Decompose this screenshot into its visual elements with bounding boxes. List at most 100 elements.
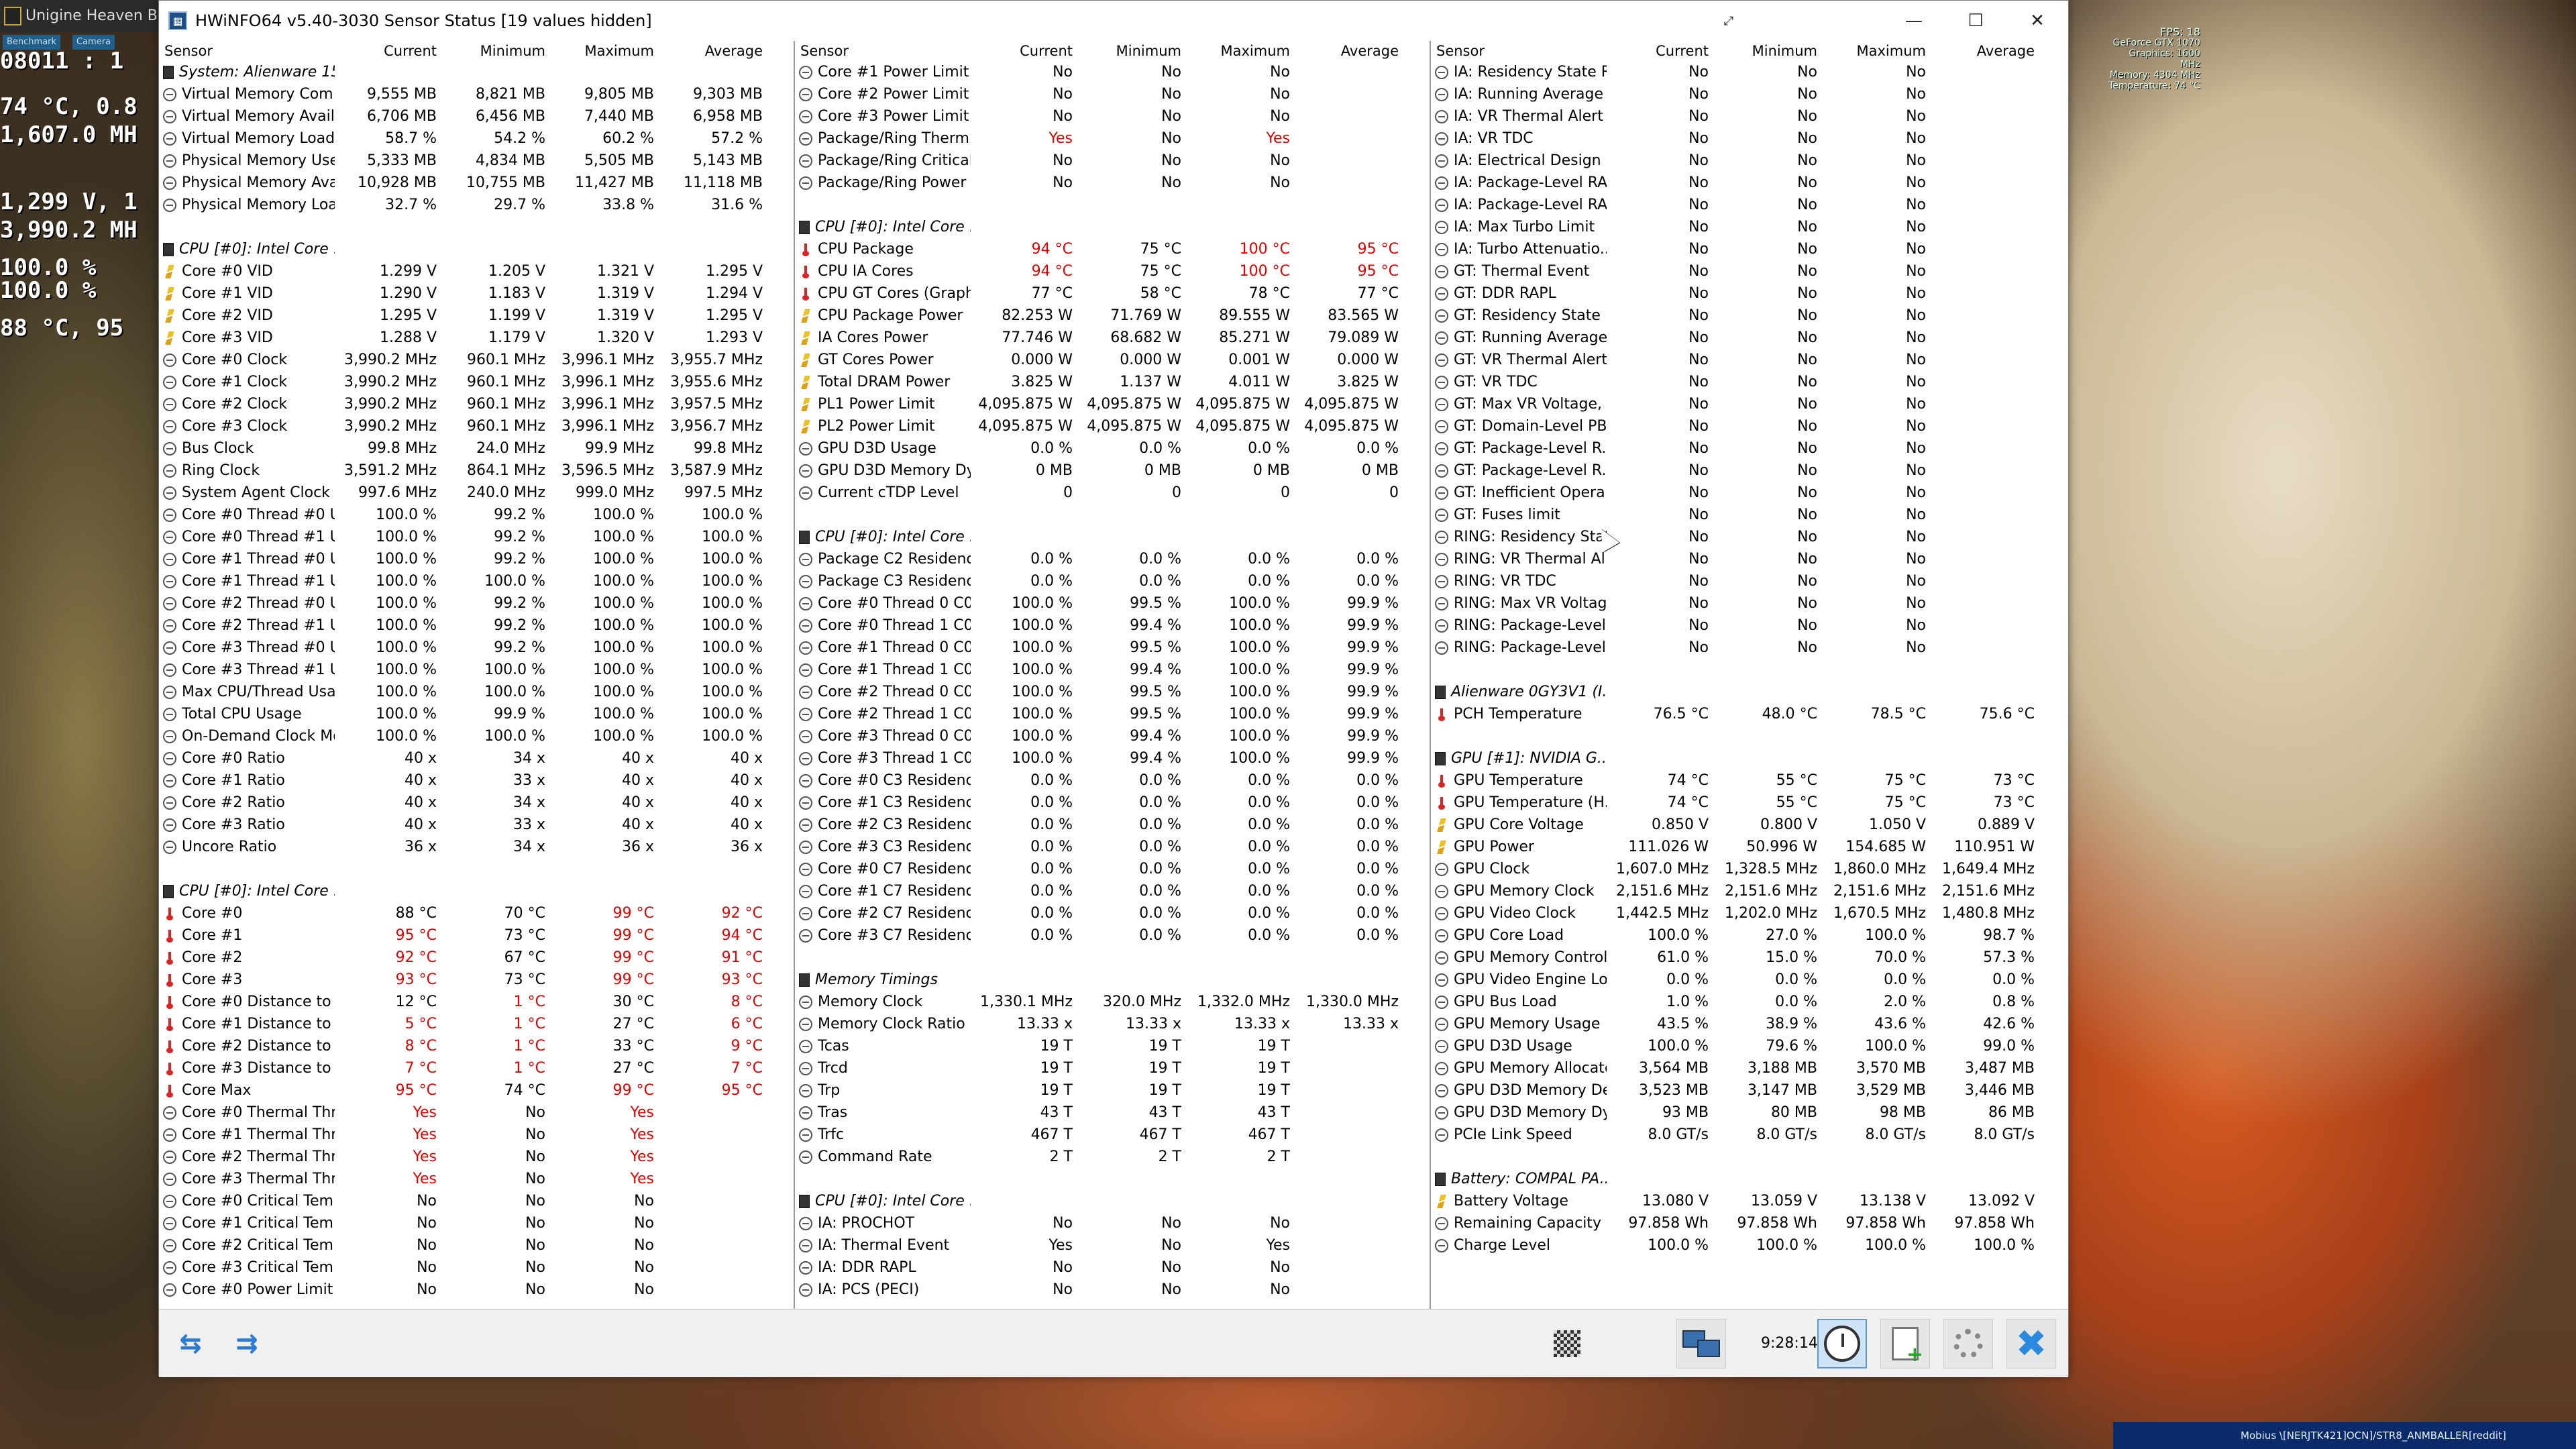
sensor-row[interactable]: Core #0 Clock 3,990.2 MHz 960.1 MHz 3,996.1… <box>159 349 794 371</box>
sensor-row[interactable]: GPU D3D Memory Dy... 0 MB 0 MB 0 MB 0 MB <box>795 460 1430 482</box>
sensor-row[interactable]: Core #2 Thread 0 C0... 100.0 % 99.5 % 100.0… <box>795 681 1430 703</box>
sensor-group-header[interactable]: GPU [#1]: NVIDIA G... <box>1431 747 2068 769</box>
sensor-row[interactable]: Virtual Memory Avail... 6,706 MB 6,456 MB 7… <box>159 105 794 127</box>
sensor-group-header[interactable]: System: Alienware 15... <box>159 61 794 83</box>
sensor-row[interactable]: GPU Temperature (H... 74 °C 55 °C 75 °C 73 °… <box>1431 792 2068 814</box>
sensor-row[interactable]: Core #1 Ratio 40 x 33 x 40 x 40 x <box>159 769 794 792</box>
sensor-row[interactable]: Core #0 Ratio 40 x 34 x 40 x 40 x <box>159 747 794 769</box>
sensor-row[interactable]: Bus Clock 99.8 MHz 24.0 MHz 99.9 MHz 99.8 MH… <box>159 437 794 460</box>
sensor-group-header[interactable]: CPU [#0]: Intel Core ... <box>159 880 794 902</box>
sensor-row[interactable]: Core #2 Clock 3,990.2 MHz 960.1 MHz 3,996.1… <box>159 393 794 415</box>
sensor-row[interactable]: Battery Voltage 13.080 V 13.059 V 13.138 V 1… <box>1431 1190 2068 1212</box>
sensor-row[interactable]: IA: Running Average ... No No No <box>1431 83 2068 105</box>
close-sensors-button[interactable]: ✖ <box>2006 1319 2056 1368</box>
sensor-row[interactable]: Core #3 Distance to ... 7 °C 1 °C 27 °C 7 °C <box>159 1057 794 1079</box>
header-maximum[interactable]: Maximum <box>1188 43 1297 59</box>
sensor-row[interactable]: Core #2 Thread #0 U... 100.0 % 99.2 % 100.0… <box>159 592 794 614</box>
sensor-row[interactable]: Physical Memory Avai... 10,928 MB 10,755 M… <box>159 172 794 194</box>
sensor-row[interactable]: Core #1 Thread #1 U... 100.0 % 100.0 % 100.… <box>159 570 794 592</box>
sensor-row[interactable]: Core #0 C3 Residency 0.0 % 0.0 % 0.0 % 0.0 % <box>795 769 1430 792</box>
sensor-row[interactable]: IA: Package-Level RA... No No No <box>1431 194 2068 216</box>
close-button[interactable]: ✕ <box>2006 1 2068 41</box>
sensor-row[interactable]: IA: Max Turbo Limit No No No <box>1431 216 2068 238</box>
sensor-group-header[interactable]: CPU [#0]: Intel Core ... <box>795 216 1430 238</box>
sensor-row[interactable]: IA: VR TDC No No No <box>1431 127 2068 150</box>
sensor-row[interactable]: Core #0 VID 1.299 V 1.205 V 1.321 V 1.295 V <box>159 260 794 282</box>
sensor-row[interactable]: Core #3 Clock 3,990.2 MHz 960.1 MHz 3,996.1… <box>159 415 794 437</box>
sensor-row[interactable]: GT: Max VR Voltage, ... No No No <box>1431 393 2068 415</box>
sensor-row[interactable]: Core #0 88 °C 70 °C 99 °C 92 °C <box>159 902 794 924</box>
sensor-row[interactable]: Command Rate 2 T 2 T 2 T <box>795 1146 1430 1168</box>
sensor-row[interactable]: Total DRAM Power 3.825 W 1.137 W 4.011 W 3.8… <box>795 371 1430 393</box>
sensor-row[interactable]: GT: Domain-Level PB... No No No <box>1431 415 2068 437</box>
restore-icon[interactable]: ⤢ <box>1698 1 1760 41</box>
sensor-row[interactable]: Core #3 VID 1.288 V 1.179 V 1.320 V 1.293 V <box>159 327 794 349</box>
sensor-row[interactable]: Core #0 Thread #0 U... 100.0 % 99.2 % 100.0… <box>159 504 794 526</box>
sensor-row[interactable]: GT: Thermal Event No No No <box>1431 260 2068 282</box>
sensor-row[interactable]: IA: DDR RAPL No No No <box>795 1256 1430 1279</box>
sensor-group-header[interactable]: Alienware 0GY3V1 (I... <box>1431 681 2068 703</box>
sensor-row[interactable]: Package/Ring Power ... No No No <box>795 172 1430 194</box>
sensor-row[interactable]: Core #2 C7 Residency 0.0 % 0.0 % 0.0 % 0.0 % <box>795 902 1430 924</box>
sensor-row[interactable]: Core #0 Thread 1 C0... 100.0 % 99.4 % 100.0… <box>795 614 1430 637</box>
sensor-row[interactable]: Core Max 95 °C 74 °C 99 °C 95 °C <box>159 1079 794 1102</box>
sensor-row[interactable]: Core #1 Thermal Thr... Yes No Yes <box>159 1124 794 1146</box>
sensor-row[interactable]: RING: VR TDC No No No <box>1431 570 2068 592</box>
sensor-row[interactable]: Uncore Ratio 36 x 34 x 36 x 36 x <box>159 836 794 858</box>
sensor-row[interactable]: Core #0 Thread #1 U... 100.0 % 99.2 % 100.0… <box>159 526 794 548</box>
nav-right-button[interactable]: ⇉ <box>223 1319 270 1368</box>
sensor-row[interactable]: Core #2 VID 1.295 V 1.199 V 1.319 V 1.295 V <box>159 305 794 327</box>
sensor-row[interactable]: GPU D3D Memory Dy... 93 MB 80 MB 98 MB 86 MB <box>1431 1102 2068 1124</box>
title-bar[interactable]: ▦ HWiNFO64 v5.40-3030 Sensor Status [19 … <box>159 1 2068 41</box>
sensor-row[interactable]: Core #2 Ratio 40 x 34 x 40 x 40 x <box>159 792 794 814</box>
sensor-row[interactable]: IA: PROCHOT No No No <box>795 1212 1430 1234</box>
sensor-row[interactable]: Core #0 C7 Residency 0.0 % 0.0 % 0.0 % 0.0 % <box>795 858 1430 880</box>
header-average[interactable]: Average <box>1297 43 1405 59</box>
maximize-button[interactable]: ☐ <box>1945 1 2006 41</box>
sensor-row[interactable]: Trp 19 T 19 T 19 T <box>795 1079 1430 1102</box>
sensor-row[interactable]: Core #2 C3 Residency 0.0 % 0.0 % 0.0 % 0.0 % <box>795 814 1430 836</box>
sensor-row[interactable]: GPU Memory Clock 2,151.6 MHz 2,151.6 MHz 2,… <box>1431 880 2068 902</box>
sensor-row[interactable]: Core #0 Thread 0 C0... 100.0 % 99.5 % 100.0… <box>795 592 1430 614</box>
sensor-row[interactable]: GT: DDR RAPL No No No <box>1431 282 2068 305</box>
sensor-row[interactable]: Charge Level 100.0 % 100.0 % 100.0 % 100.0 % <box>1431 1234 2068 1256</box>
heaven-window-tab[interactable]: Unigine Heaven Be <box>0 0 160 32</box>
sensor-row[interactable]: Core #3 Critical Tem... No No No <box>159 1256 794 1279</box>
sensor-row[interactable]: GPU Temperature 74 °C 55 °C 75 °C 73 °C <box>1431 769 2068 792</box>
sensor-row[interactable]: CPU Package 94 °C 75 °C 100 °C 95 °C <box>795 238 1430 260</box>
header-average[interactable]: Average <box>1933 43 2041 59</box>
sensor-group-header[interactable]: Memory Timings <box>795 969 1430 991</box>
sensor-row[interactable]: Package/Ring Critical... No No No <box>795 150 1430 172</box>
timer-button[interactable] <box>1817 1319 1867 1368</box>
sensor-row[interactable]: Core #2 Power Limit ... No No No <box>795 83 1430 105</box>
sensor-row[interactable]: Core #1 Clock 3,990.2 MHz 960.1 MHz 3,996.1… <box>159 371 794 393</box>
sensor-row[interactable]: CPU Package Power 82.253 W 71.769 W 89.555 … <box>795 305 1430 327</box>
sensor-row[interactable]: GPU Bus Load 1.0 % 0.0 % 2.0 % 0.8 % <box>1431 991 2068 1013</box>
sensor-row[interactable]: Remaining Capacity 97.858 Wh 97.858 Wh 97.8… <box>1431 1212 2068 1234</box>
sensor-row[interactable]: Tcas 19 T 19 T 19 T <box>795 1035 1430 1057</box>
sensor-row[interactable]: Core #3 Thread #1 U... 100.0 % 100.0 % 100.… <box>159 659 794 681</box>
settings-button[interactable] <box>1943 1319 1993 1368</box>
sensor-row[interactable]: Trcd 19 T 19 T 19 T <box>795 1057 1430 1079</box>
sensor-row[interactable]: Memory Clock 1,330.1 MHz 320.0 MHz 1,332.0 … <box>795 991 1430 1013</box>
sensor-row[interactable]: Core #2 Thread #1 U... 100.0 % 99.2 % 100.0… <box>159 614 794 637</box>
sensor-row[interactable]: Ring Clock 3,591.2 MHz 864.1 MHz 3,596.5 MH… <box>159 460 794 482</box>
sensor-column-1[interactable]: Sensor Current Minimum Maximum Average S… <box>159 41 795 1309</box>
sensor-row[interactable]: RING: Package-Level ... No No No <box>1431 637 2068 659</box>
sensor-row[interactable]: Core #3 C7 Residency 0.0 % 0.0 % 0.0 % 0.0 % <box>795 924 1430 947</box>
sensor-row[interactable]: RING: VR Thermal Al... No No No <box>1431 548 2068 570</box>
sensor-row[interactable]: Core #3 Thread #0 U... 100.0 % 99.2 % 100.0… <box>159 637 794 659</box>
sensor-row[interactable]: IA: Turbo Attenuatio... No No No <box>1431 238 2068 260</box>
sensor-row[interactable]: CPU GT Cores (Graph... 77 °C 58 °C 78 °C 77 … <box>795 282 1430 305</box>
sensor-row[interactable]: IA Cores Power 77.746 W 68.682 W 85.271 W 79… <box>795 327 1430 349</box>
sensor-row[interactable]: Core #3 Thread 0 C0... 100.0 % 99.4 % 100.0… <box>795 725 1430 747</box>
header-minimum[interactable]: Minimum <box>1079 43 1188 59</box>
sensor-row[interactable]: CPU IA Cores 94 °C 75 °C 100 °C 95 °C <box>795 260 1430 282</box>
header-maximum[interactable]: Maximum <box>552 43 661 59</box>
sensor-row[interactable]: RING: Residency Stat... No No No <box>1431 526 2068 548</box>
heaven-benchmark-tab[interactable]: Benchmark <box>3 35 61 50</box>
sensor-row[interactable]: GT: Package-Level R... No No No <box>1431 437 2068 460</box>
sensor-row[interactable]: Core #2 Distance to ... 8 °C 1 °C 33 °C 9 °C <box>159 1035 794 1057</box>
sensor-row[interactable]: Core #1 VID 1.290 V 1.183 V 1.319 V 1.294 V <box>159 282 794 305</box>
heaven-camera-tab[interactable]: Camera <box>72 35 115 50</box>
